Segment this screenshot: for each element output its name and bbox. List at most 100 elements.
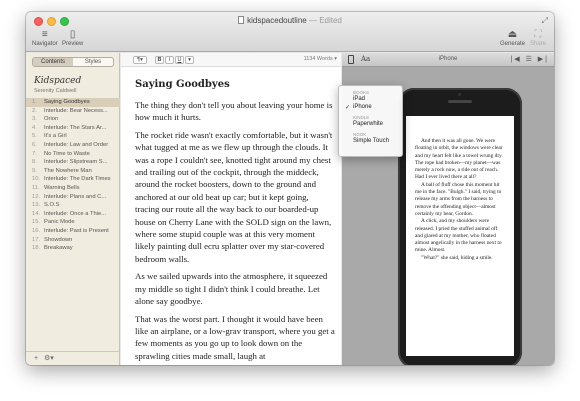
paragraph[interactable]: The rocket ride wasn't exactly comfortab… (135, 129, 335, 265)
generate-button[interactable]: ⏏ Generate (500, 29, 526, 48)
gear-icon[interactable]: ⚙▾ (44, 355, 54, 362)
menu-item[interactable]: iPhone (353, 104, 372, 110)
chapter-label: It's a Girl (44, 133, 67, 140)
chapter-body[interactable]: The thing they don't tell you about leav… (135, 99, 335, 365)
more-format-button[interactable]: ▾ (185, 56, 194, 64)
chapter-list: 1. Saying Goodbyes 2. Interlude: Bear Neces… (26, 98, 120, 253)
toolbar: kidspacedoutline — Edited ⤢ ≡ Navigator … (26, 12, 554, 52)
chapter-item[interactable]: 8. Interlude: Slipstream S... (26, 158, 120, 167)
chapter-number: 18. (32, 245, 41, 252)
chapter-item[interactable]: 7. No Time to Waste (26, 150, 120, 159)
chapter-label: S.O.S (44, 202, 60, 209)
share-button[interactable]: ⛶ Share (530, 30, 547, 48)
chapter-number: 6. (32, 141, 37, 148)
chapter-item[interactable]: 13. S.O.S (26, 201, 120, 210)
chapter-label: Interlude: The Stars Ar... (44, 124, 107, 131)
navigator-button[interactable]: ≡ Navigator (32, 29, 58, 48)
chapter-number: 3. (32, 116, 37, 123)
menu-item[interactable]: iPad (353, 96, 365, 102)
chapter-item[interactable]: 4. Interlude: The Stars Ar... (26, 124, 120, 133)
app-window: kidspacedoutline — Edited ⤢ ≡ Navigator … (26, 12, 554, 365)
book-title[interactable]: Kidspaced (34, 76, 81, 86)
chapter-number: 9. (32, 167, 37, 174)
paragraph[interactable]: That was the worst part. I thought it wo… (135, 313, 335, 363)
word-count[interactable]: 1134 Words ▾ (304, 56, 337, 62)
chapter-label: Saying Goodbyes (44, 99, 90, 105)
chapter-heading[interactable]: Saying Goodbyes (135, 79, 230, 90)
chapter-item[interactable]: 3. Orion (26, 115, 120, 124)
paragraph-style-button[interactable]: ¶▾ (133, 56, 147, 64)
generate-label: Generate (500, 41, 526, 47)
preview-bar: Aa iPhone |◀ ☰ ▶| (342, 53, 554, 67)
screen-paragraph: "What?" she said, hiding a smile. (421, 254, 493, 261)
window-title: kidspacedoutline — Edited (26, 16, 554, 25)
device-screen[interactable]: And then it was all gone. We were floati… (406, 116, 514, 356)
chapter-number: 5. (32, 133, 37, 140)
underline-button[interactable]: U (175, 56, 184, 64)
chapter-number: 11. (32, 184, 40, 191)
chapter-number: 12. (32, 193, 41, 200)
bold-button[interactable]: B (155, 56, 164, 64)
screen-text: And then it was all gone. We were floati… (406, 116, 514, 262)
chapter-number: 7. (32, 150, 37, 157)
chapter-item[interactable]: 9. The Nowhere Man (26, 167, 120, 176)
chapter-label: Panic Mode (44, 219, 75, 226)
chapter-item[interactable]: 12. Interlude: Plans and C... (26, 193, 120, 202)
document-icon (238, 16, 245, 24)
paragraph[interactable]: As we sailed upwards into the atmosphere… (135, 270, 335, 307)
paragraph[interactable]: The thing they don't tell you about leav… (135, 99, 335, 124)
chapter-label: Interlude: Slipstream S... (44, 159, 108, 166)
chapter-number: 2. (32, 107, 37, 114)
chapter-item[interactable]: 5. It's a Girl (26, 132, 120, 141)
editor-pane: ¶▾ B I U ▾ 1134 Words ▾ Saying Goodbyes … (121, 53, 341, 365)
chapter-item[interactable]: 10. Interlude: The Dark Times (26, 175, 120, 184)
screen-paragraph: And then it was all gone. We were floati… (415, 138, 503, 181)
chapter-item[interactable]: 2. Interlude: Bear Necess... (26, 107, 120, 116)
chapter-item[interactable]: 15. Panic Mode (26, 218, 120, 227)
format-bar: ¶▾ B I U ▾ 1134 Words ▾ (121, 53, 341, 67)
chapter-item[interactable]: 14. Interlude: Once a Thie... (26, 210, 120, 219)
screen-paragraph: A click, and my shoulders were released.… (415, 218, 502, 254)
chapter-item[interactable]: 6. Interlude: Law and Order (26, 141, 120, 150)
chapter-number: 1. (32, 99, 37, 105)
add-chapter-button[interactable]: + (34, 355, 38, 362)
edited-status: — Edited (308, 16, 342, 25)
chapter-item[interactable]: 11. Warning Bells (26, 184, 120, 193)
share-label: Share (530, 41, 547, 47)
chapter-number: 14. (32, 210, 41, 217)
menu-item[interactable]: Paperwhite (353, 121, 383, 127)
chapter-label: Interlude: Law and Order (44, 141, 109, 148)
sidebar-tabs: Contents Styles (32, 57, 114, 67)
chapter-label: Interlude: Past is Present (44, 227, 109, 234)
list-icon: ≡ (41, 29, 48, 40)
camera-icon (458, 93, 461, 96)
chapter-label: Interlude: Plans and C... (44, 193, 107, 200)
fullscreen-icon[interactable]: ⤢ (542, 16, 548, 26)
checkmark-icon: ✓ (345, 105, 351, 111)
iphone-frame: And then it was all gone. We were floati… (398, 88, 522, 365)
tab-styles[interactable]: Styles (73, 58, 113, 66)
preview-button[interactable]: ▯ Preview (62, 30, 83, 48)
tab-contents[interactable]: Contents (33, 58, 73, 66)
chapter-number: 10. (32, 176, 41, 183)
page-nav-buttons[interactable]: |◀ ☰ ▶| (510, 55, 549, 63)
chapter-number: 8. (32, 159, 37, 166)
book-author[interactable]: Serenity Caldwell (34, 88, 77, 94)
menu-group-heading: KINDLE (353, 115, 370, 120)
device-menu: BOOKS iPad ✓ iPhone KINDLE Paperwhite NOOK Simp… (338, 85, 403, 157)
menu-group-heading: BOOKS (353, 90, 370, 95)
chapter-number: 17. (32, 236, 41, 243)
chapter-item[interactable]: 16. Interlude: Past is Present (26, 227, 120, 236)
chapter-item[interactable]: 1. Saying Goodbyes (26, 98, 120, 107)
italic-button[interactable]: I (165, 56, 174, 64)
sidebar: Contents Styles Kidspaced Serenity Caldw… (26, 53, 120, 365)
chapter-item[interactable]: 17. Showdown (26, 236, 120, 245)
chapter-item[interactable]: 18. Breakaway (26, 244, 120, 253)
chapter-number: 15. (32, 219, 41, 226)
chapter-label: Interlude: Bear Necess... (44, 107, 108, 114)
generate-icon: ⏏ (507, 29, 518, 40)
speaker-icon (448, 100, 472, 103)
document-name: kidspacedoutline (247, 16, 307, 25)
menu-item[interactable]: Simple Touch (353, 138, 389, 144)
sidebar-footer: + ⚙▾ (26, 351, 120, 365)
